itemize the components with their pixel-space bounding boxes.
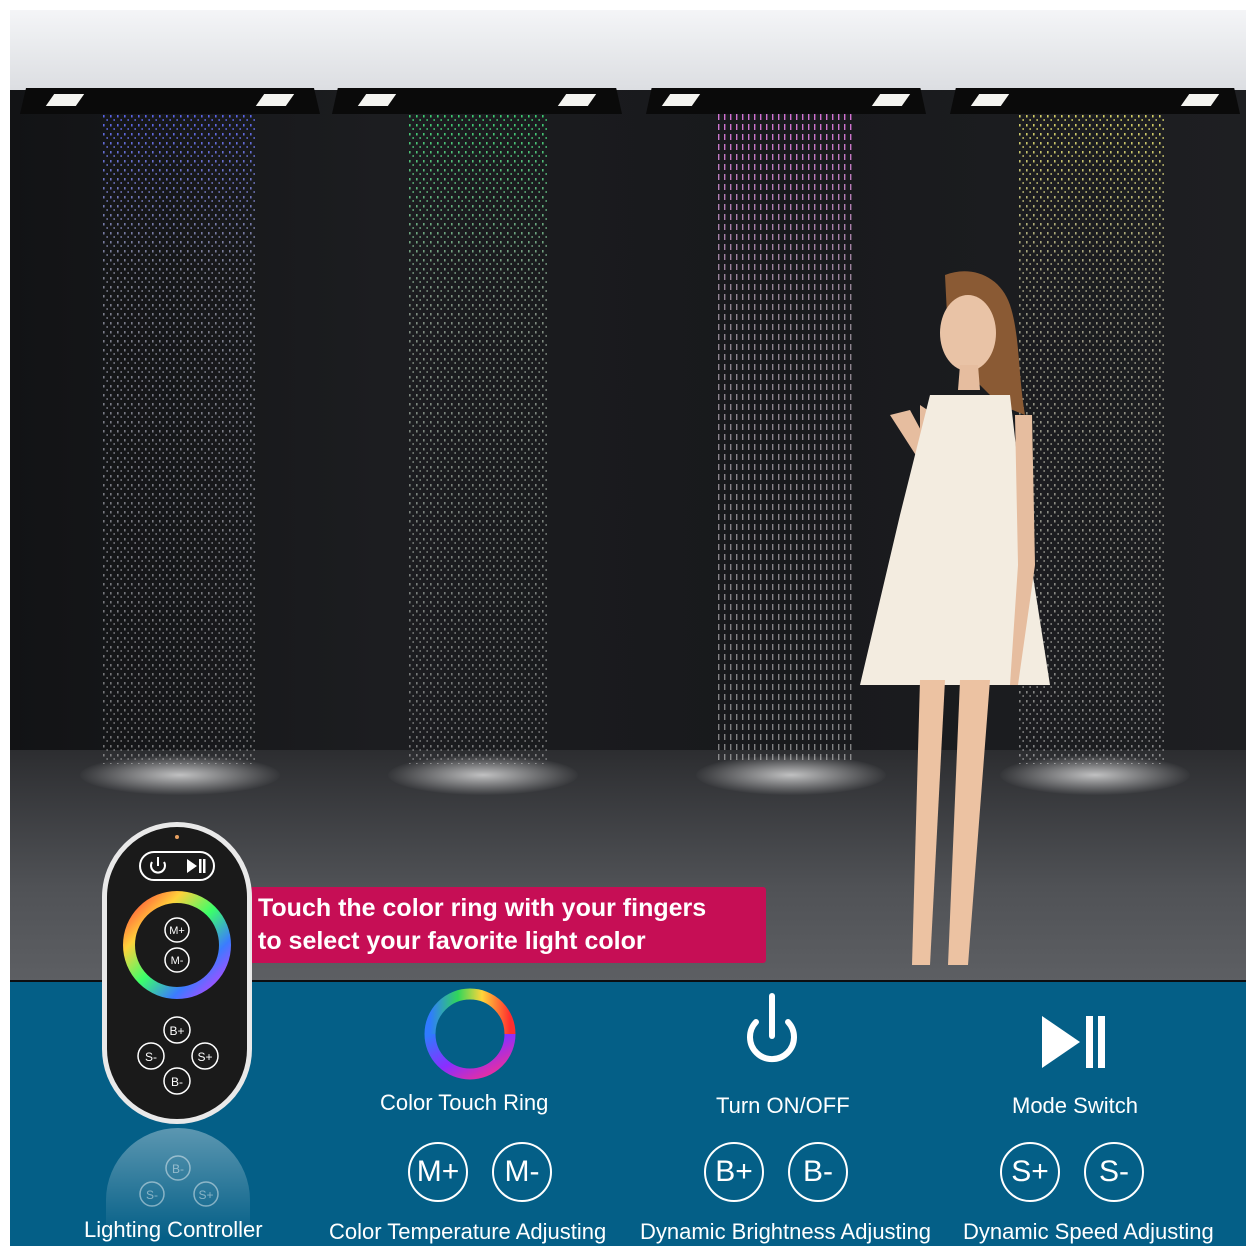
b-minus-button: B- [788,1142,848,1202]
s-minus-button: S- [1084,1142,1144,1202]
label-speed: Dynamic Speed Adjusting [963,1219,1214,1244]
reflection-s-plus: S+ [198,1188,213,1202]
shower-head-4 [950,88,1240,114]
lighting-controller-remote: M+ M- B+ S- S+ B- [102,822,252,1124]
power-icon [747,993,797,1063]
remote-m-plus[interactable]: M+ [169,925,185,937]
remote-m-minus[interactable]: M- [171,955,184,967]
s-plus-button: S+ [1000,1142,1060,1202]
label-lighting-controller: Lighting Controller [84,1217,263,1242]
label-turn-on-off: Turn ON/OFF [716,1093,850,1118]
reflection-b: B- [172,1162,184,1176]
power-icon[interactable] [150,857,166,874]
m-plus-button: M+ [408,1142,468,1202]
m-minus-button: M- [492,1142,552,1202]
label-brightness: Dynamic Brightness Adjusting [640,1219,932,1244]
ceiling [10,10,1246,90]
b-plus-button: B+ [704,1142,764,1202]
color-ring-icon [424,988,516,1080]
play-pause-icon [1042,1016,1105,1068]
remote-face: M+ M- B+ S- S+ B- [123,835,231,1095]
splash-2 [388,755,578,795]
rain-column-pink [716,114,856,764]
shower-head-1 [20,88,320,114]
remote-b-minus[interactable]: B- [171,1075,183,1089]
label-mode-switch: Mode Switch [1012,1093,1138,1118]
callout-line-1: Touch the color ring with your fingers [258,894,707,922]
callout-line-2: to select your favorite light color [258,927,646,955]
splash-1 [80,755,280,795]
shower-head-3 [646,88,926,114]
remote-s-minus[interactable]: S- [145,1050,157,1064]
rain-column-green [408,114,548,764]
model-figure [860,271,1050,965]
play-pause-icon[interactable] [187,859,206,873]
rain-column-blue [102,114,257,764]
shower-head-2 [332,88,622,114]
remote-s-plus[interactable]: S+ [197,1050,212,1064]
label-color-temperature: Color Temperature Adjusting [329,1219,607,1244]
color-ring-callout: Touch the color ring with your fingers t… [250,887,766,963]
label-color-touch-ring: Color Touch Ring [380,1090,549,1115]
reflection-s-minus: S- [146,1188,158,1202]
remote-b-plus[interactable]: B+ [169,1024,184,1038]
